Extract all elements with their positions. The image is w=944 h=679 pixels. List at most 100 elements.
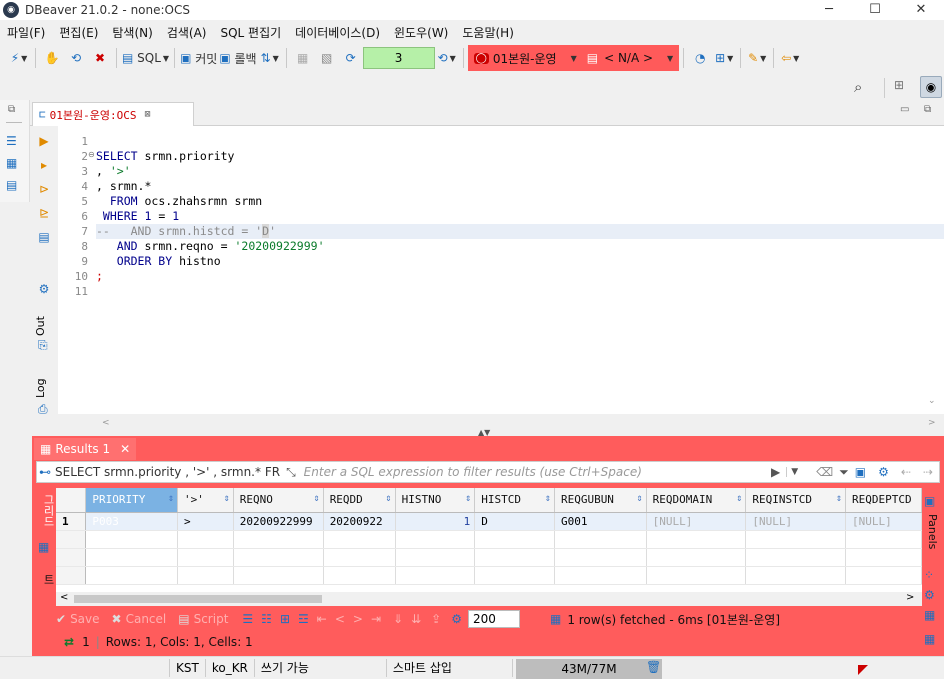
table-icon[interactable]: ▦: [924, 632, 935, 646]
max-rows-input[interactable]: 200: [467, 610, 520, 628]
script-button[interactable]: Script: [194, 612, 229, 626]
transaction-log-button[interactable]: ⟲ ▼: [436, 47, 458, 69]
close-button[interactable]: ✕: [898, 0, 944, 20]
menu-window[interactable]: 윈도우(W): [387, 24, 455, 41]
next-page-icon[interactable]: >: [353, 612, 363, 626]
restore-icon[interactable]: ⧉: [8, 104, 15, 115]
table-row[interactable]: 1 P003 > 20200922999 20200922 1 D G001 […: [56, 512, 922, 531]
transaction-count[interactable]: 3: [362, 47, 435, 69]
back-button[interactable]: ⇦ ▼: [779, 47, 801, 69]
results-grid[interactable]: PRIORITY ⇕ '>' ⇕ REQNO ⇕ REQDD ⇕ HISTNO ⇕ HIS…: [56, 488, 922, 606]
menu-database[interactable]: 데이터베이스(D): [288, 24, 387, 41]
fetch-next-icon[interactable]: ⇓: [393, 612, 403, 626]
settings-gear-icon[interactable]: ⚙: [35, 280, 53, 298]
menu-help[interactable]: 도움말(H): [455, 24, 521, 41]
search-icon[interactable]: ⌕: [854, 78, 862, 96]
execute-script-icon[interactable]: ⊳: [35, 180, 53, 198]
menu-file[interactable]: 파일(F): [0, 24, 52, 41]
export-icon[interactable]: ⇪: [431, 612, 441, 626]
execute-new-tab-icon[interactable]: ▸: [35, 156, 53, 174]
disconnect-button[interactable]: ✖: [89, 47, 111, 69]
erd-button[interactable]: ⊞ ▼: [713, 47, 735, 69]
column-header[interactable]: PRIORITY ⇕: [85, 488, 179, 513]
projects-icon[interactable]: ▦: [6, 156, 17, 170]
grid-horizontal-scrollbar[interactable]: < >: [56, 592, 922, 606]
code-area[interactable]: SELECT srmn.priority , '>' , srmn.* FROM…: [96, 134, 944, 299]
minimize-editor-icon[interactable]: ▭: [900, 104, 909, 115]
panels-icon[interactable]: ▣: [924, 494, 935, 508]
sql-editor[interactable]: 1 2 3 4 5 6 7 8 9 10 11 ⊖ SELECT srmn.pr…: [58, 126, 944, 428]
log-tab[interactable]: Log: [34, 378, 47, 398]
maximize-button[interactable]: ☐: [852, 0, 898, 20]
sort-icon[interactable]: ⇕: [224, 493, 230, 504]
table-cell[interactable]: [NULL]: [845, 512, 922, 531]
refresh-button[interactable]: ⟳: [340, 47, 362, 69]
sort-icon[interactable]: ⇕: [465, 493, 471, 504]
datasource-selector[interactable]: ◯ 01본원-운영 ▼ ▤ < N/A > ▼: [467, 45, 680, 71]
tools-button[interactable]: ✎ ▼: [746, 47, 768, 69]
new-connection-button[interactable]: ⚡ ▼: [8, 47, 30, 69]
edit-row-icon[interactable]: ☰: [242, 612, 253, 626]
close-tab-icon[interactable]: ⊠: [144, 109, 150, 120]
column-header[interactable]: REQDD ⇕: [323, 488, 396, 513]
add-row-icon[interactable]: ☷: [261, 612, 272, 626]
scrollbar-thumb[interactable]: [74, 595, 322, 603]
dbeaver-perspective-icon[interactable]: ◉: [920, 76, 942, 98]
column-header[interactable]: REQINSTCD ⇕: [745, 488, 847, 513]
table-cell[interactable]: >: [177, 512, 234, 531]
filter-input[interactable]: Enter a SQL expression to filter results…: [304, 465, 771, 479]
save-results-button[interactable]: Save: [70, 612, 99, 626]
output-tab[interactable]: Out: [34, 316, 47, 336]
table-cell[interactable]: [NULL]: [745, 512, 847, 531]
save-filter-icon[interactable]: ▣: [855, 465, 866, 479]
first-page-icon[interactable]: ⇤: [317, 612, 327, 626]
execute-statement-icon[interactable]: ▶: [35, 132, 53, 150]
table-cell[interactable]: 20200922: [323, 512, 396, 531]
sort-icon[interactable]: ⇕: [314, 493, 320, 504]
close-results-icon[interactable]: ✕: [120, 442, 130, 456]
refresh-results-icon[interactable]: ⚙: [451, 612, 462, 626]
scroll-right-icon[interactable]: >: [928, 418, 936, 428]
commit-button[interactable]: ▣ 커밋: [180, 47, 217, 69]
row-number[interactable]: 1: [56, 512, 87, 531]
copy-row-icon[interactable]: ⊞: [280, 612, 290, 626]
column-header[interactable]: HISTNO ⇕: [395, 488, 476, 513]
filter-settings-icon[interactable]: ⚙: [878, 465, 889, 479]
sort-icon[interactable]: ⇕: [545, 493, 551, 504]
filter-history-icon[interactable]: ▼: [786, 467, 802, 477]
column-header[interactable]: REQGUBUN ⇕: [554, 488, 647, 513]
garbage-collect-icon[interactable]: 🗑: [646, 660, 661, 674]
explain-plan-icon[interactable]: ▤: [35, 228, 53, 246]
dashboard-button[interactable]: ◔: [689, 47, 711, 69]
next-icon[interactable]: ⇢: [923, 465, 933, 479]
column-header[interactable]: REQDOMAIN ⇕: [646, 488, 747, 513]
last-page-icon[interactable]: ⇥: [371, 612, 381, 626]
scroll-left-icon[interactable]: <: [60, 592, 68, 603]
sort-icon[interactable]: ⇕: [836, 493, 842, 504]
rollback-button[interactable]: ▣ 롤백: [219, 47, 256, 69]
table-cell[interactable]: 20200922999: [233, 512, 324, 531]
scroll-left-icon[interactable]: <: [102, 418, 110, 428]
connect-button[interactable]: ✋: [41, 47, 63, 69]
open-perspective-icon[interactable]: ⊞: [894, 78, 904, 92]
transaction-mode-button[interactable]: ⇅ ▼: [259, 47, 281, 69]
menu-search[interactable]: 검색(A): [160, 24, 214, 41]
log-icon[interactable]: ⎙: [38, 402, 48, 417]
sort-icon[interactable]: ⇕: [386, 493, 392, 504]
table-cell[interactable]: D: [474, 512, 555, 531]
apply-filter-icon[interactable]: ▶: [771, 465, 780, 479]
reconnect-button[interactable]: ⟲: [65, 47, 87, 69]
cancel-results-button[interactable]: Cancel: [126, 612, 167, 626]
prev-icon[interactable]: ⇠: [901, 465, 911, 479]
database-navigator-icon[interactable]: ☰: [6, 134, 17, 148]
grid-settings-icon[interactable]: ▦: [924, 608, 935, 622]
layout-icon[interactable]: ⁘: [924, 568, 934, 582]
sort-icon[interactable]: ⇕: [736, 493, 742, 504]
settings-icon[interactable]: ⚙: [924, 588, 935, 602]
grid-view-tab[interactable]: 그리드: [40, 494, 56, 527]
filter-icon[interactable]: ⏷: [839, 465, 849, 480]
sql-editor-button[interactable]: ▤ SQL ▼: [122, 47, 169, 69]
maximize-editor-icon[interactable]: ⧉: [924, 104, 931, 115]
column-header[interactable]: '>' ⇕: [177, 488, 234, 513]
sort-icon[interactable]: ⇕: [168, 493, 174, 504]
